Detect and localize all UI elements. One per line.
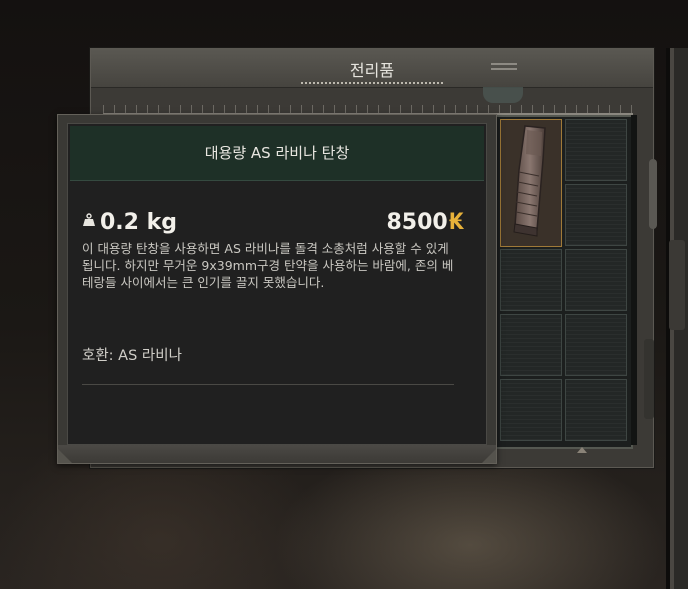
ruler-knob bbox=[483, 87, 523, 103]
grid-cell[interactable] bbox=[565, 119, 627, 181]
magazine-icon bbox=[513, 125, 546, 237]
tooltip-footer bbox=[58, 445, 496, 463]
tooltip-body: 대용량 AS 라비나 탄창 0.2 kg 8500 ₭ 이 대용량 탄창을 사용… bbox=[67, 123, 487, 445]
footer-corner-right bbox=[482, 449, 496, 463]
frame-arrow-icon bbox=[577, 447, 587, 453]
price-value: 8500 bbox=[386, 210, 448, 235]
loot-scroll-track[interactable] bbox=[631, 115, 637, 445]
weight-value: 0.2 kg bbox=[100, 210, 178, 235]
price-display: 8500 ₭ bbox=[386, 210, 464, 235]
grid-cell[interactable] bbox=[565, 249, 627, 311]
loot-header: 전리품 bbox=[91, 49, 653, 88]
footer-corner-left bbox=[58, 449, 72, 463]
tooltip-header: 대용량 AS 라비나 탄창 bbox=[70, 126, 484, 181]
grid-cell[interactable] bbox=[500, 249, 562, 311]
weight-display: 0.2 kg bbox=[82, 210, 177, 235]
side-handle[interactable] bbox=[644, 339, 654, 419]
coupon-currency-icon: ₭ bbox=[448, 210, 464, 235]
magazine-item-slot[interactable] bbox=[500, 119, 562, 247]
tooltip-divider bbox=[82, 384, 454, 385]
neighbor-panel-tab[interactable] bbox=[669, 240, 685, 330]
grid-cell[interactable] bbox=[565, 379, 627, 441]
loot-title: 전리품 bbox=[349, 61, 395, 80]
compatibility-text: 호환: AS 라비나 bbox=[82, 348, 182, 364]
item-tooltip: 대용량 AS 라비나 탄창 0.2 kg 8500 ₭ 이 대용량 탄창을 사용… bbox=[57, 114, 497, 464]
minimize-icon[interactable] bbox=[491, 63, 517, 71]
loot-grid bbox=[495, 115, 633, 449]
weight-icon bbox=[83, 213, 95, 226]
item-name: 대용량 AS 라비나 탄창 bbox=[204, 144, 350, 162]
grid-cell[interactable] bbox=[565, 184, 627, 246]
loot-scrollbar-thumb[interactable] bbox=[649, 159, 657, 229]
grid-cell[interactable] bbox=[500, 379, 562, 441]
item-description: 이 대용량 탄창을 사용하면 AS 라비나를 돌격 소총처럼 사용할 수 있게 … bbox=[82, 241, 454, 290]
grid-cell[interactable] bbox=[565, 314, 627, 376]
loot-title-underline bbox=[301, 82, 443, 84]
grid-cell[interactable] bbox=[500, 314, 562, 376]
